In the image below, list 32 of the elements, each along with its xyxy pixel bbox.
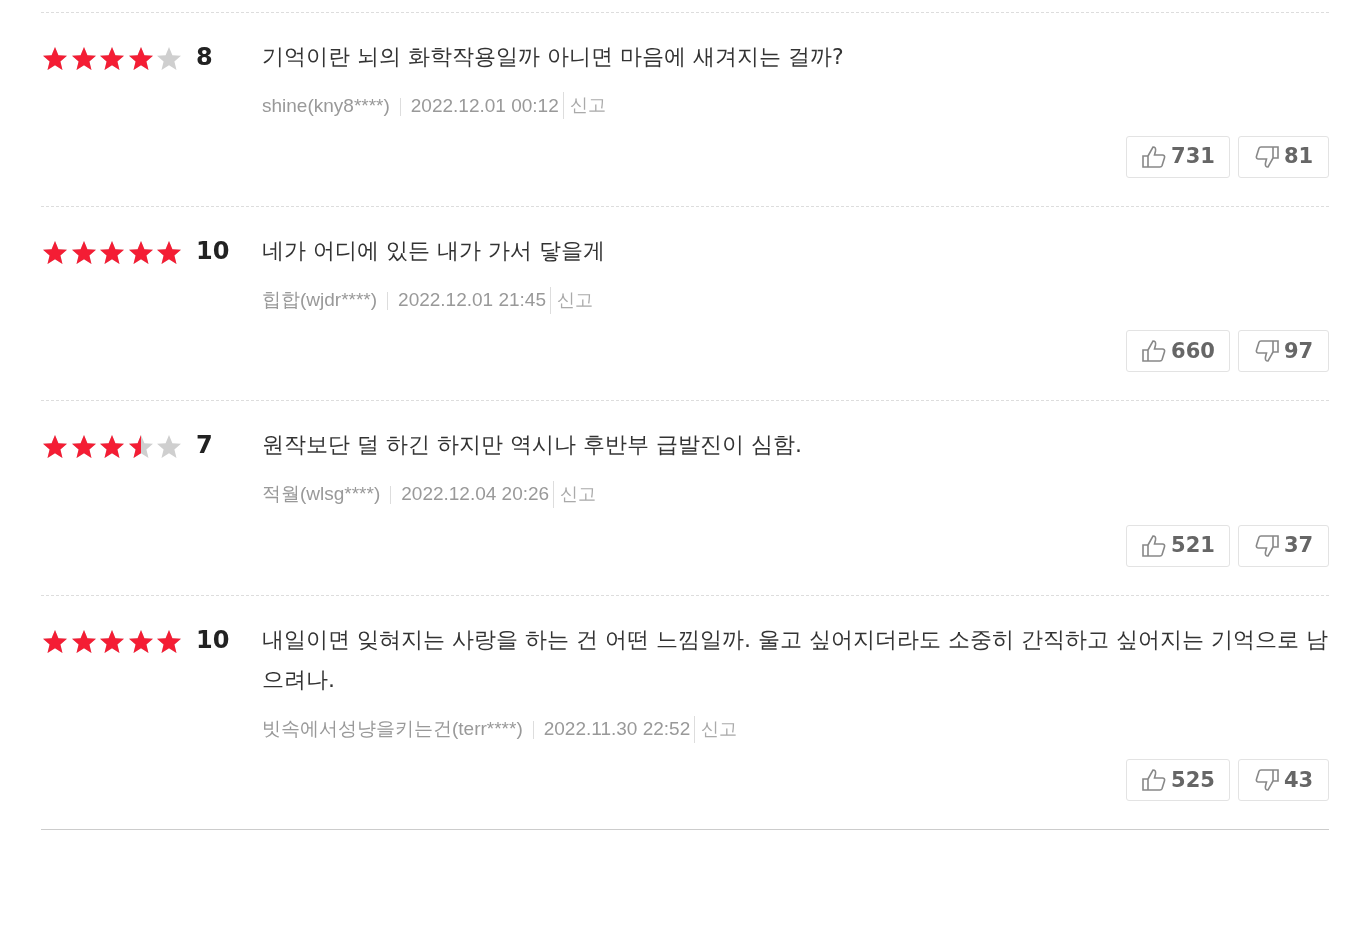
rating-score: 7	[195, 431, 214, 461]
thumbs-down-icon	[1253, 338, 1280, 365]
thumbs-down-icon	[1253, 144, 1280, 171]
thumbs-up-icon	[1141, 532, 1168, 559]
like-button[interactable]: 731	[1126, 136, 1230, 179]
thumbs-up-icon	[1141, 767, 1168, 794]
review-date: 2022.12.01 21:45	[398, 287, 546, 312]
like-button[interactable]: 521	[1126, 524, 1230, 567]
review-date: 2022.11.30 22:52	[543, 716, 691, 741]
review-date: 2022.12.01 00:12	[410, 93, 559, 118]
review-text: 기억이란 뇌의 화학작용일까 아니면 마음에 새겨지는 걸까?	[262, 43, 845, 71]
thumbs-up-icon	[1141, 338, 1168, 365]
thumbs-down-icon	[1253, 767, 1280, 794]
author-name: 적월(wlsg****)	[262, 482, 381, 507]
dislike-button[interactable]: 43	[1238, 759, 1329, 802]
review-text: 네가 어디에 있든 내가 가서 닿을게	[262, 237, 606, 266]
review-text: 내일이면 잊혀지는 사랑을 하는 건 어떤 느낌일까. 울고 싶어지더라도 소중히 간직하고 싶어지는 기억으로 남으려나.	[262, 625, 1329, 695]
review-text: 원작보단 덜 하긴 하지만 역시나 후반부 급발진이 심함.	[262, 431, 803, 460]
like-button[interactable]: 525	[1126, 759, 1230, 802]
dislike-button[interactable]: 37	[1238, 524, 1329, 567]
author-name: 빗속에서성냥을키는건(terr****)	[262, 716, 523, 741]
like-button[interactable]: 660	[1126, 330, 1230, 373]
thumbs-down-icon	[1253, 532, 1280, 559]
dislike-button[interactable]: 81	[1238, 136, 1329, 179]
review-date: 2022.12.04 20:26	[401, 482, 550, 507]
thumbs-up-icon	[1141, 144, 1168, 171]
author-name: 힙합(wjdr****)	[262, 287, 378, 312]
author-name: shine(kny8****)	[262, 93, 390, 118]
rating-score: 10	[195, 625, 231, 655]
rating-score: 10	[195, 237, 231, 266]
dislike-button[interactable]: 97	[1238, 330, 1329, 373]
rating-score: 8	[195, 43, 214, 72]
